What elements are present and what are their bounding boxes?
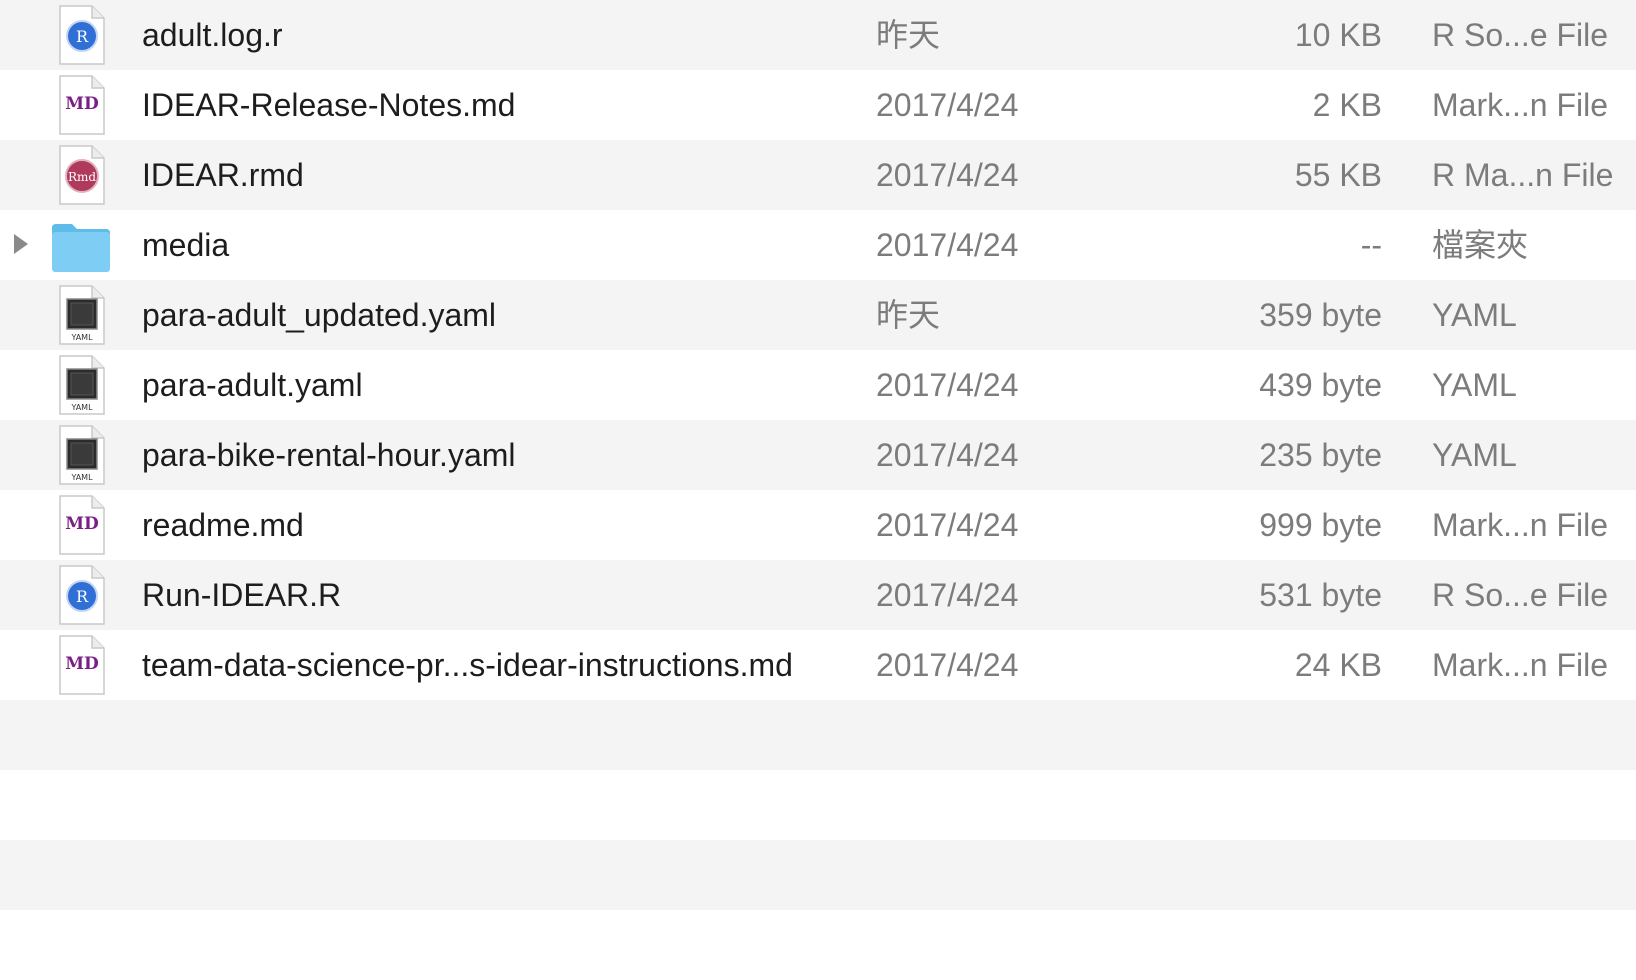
file-kind: Mark...n File xyxy=(1432,87,1609,123)
markdown-icon: MD xyxy=(50,494,112,556)
markdown-icon: MD xyxy=(50,634,112,696)
rmarkdown-icon: Rmd xyxy=(50,144,112,206)
file-size: 359 byte xyxy=(1259,297,1382,333)
file-date-modified: 2017/4/24 xyxy=(876,507,1019,543)
yaml-icon: YAML xyxy=(50,284,112,346)
folder-row[interactable]: media 2017/4/24 -- 檔案夾 xyxy=(0,210,1636,280)
file-row[interactable]: Radult.log.r 昨天 10 KB R So...e File xyxy=(0,0,1636,70)
svg-text:MD: MD xyxy=(65,514,99,534)
file-date-modified: 2017/4/24 xyxy=(876,157,1019,193)
file-name: Run-IDEAR.R xyxy=(142,577,342,613)
svg-text:R: R xyxy=(76,587,89,606)
file-row[interactable]: MD readme.md 2017/4/24 999 byte Mark...n Fil… xyxy=(0,490,1636,560)
file-date-modified: 2017/4/24 xyxy=(876,577,1019,613)
file-size: 55 KB xyxy=(1294,157,1382,193)
file-kind: YAML xyxy=(1432,437,1517,473)
file-row[interactable]: YAML para-adult.yaml 2017/4/24 439 byte YAML xyxy=(0,350,1636,420)
empty-row xyxy=(0,700,1636,770)
file-size: 10 KB xyxy=(1294,17,1382,53)
file-size: 999 byte xyxy=(1259,507,1382,543)
file-date-modified: 2017/4/24 xyxy=(876,87,1019,123)
file-kind: R So...e File xyxy=(1432,577,1609,613)
svg-text:YAML: YAML xyxy=(70,473,93,482)
file-date-modified: 2017/4/24 xyxy=(876,367,1019,403)
file-kind: R Ma...n File xyxy=(1432,157,1614,193)
file-size: 24 KB xyxy=(1294,647,1382,683)
r-script-icon: R xyxy=(50,4,112,66)
svg-text:MD: MD xyxy=(65,654,99,674)
file-row[interactable]: YAML para-bike-rental-hour.yaml 2017/4/24 2… xyxy=(0,420,1636,490)
folder-icon xyxy=(50,214,112,276)
file-row[interactable]: R Run-IDEAR.R 2017/4/24 531 byte R So...e Fi… xyxy=(0,560,1636,630)
file-name: media xyxy=(142,227,230,263)
file-name: IDEAR-Release-Notes.md xyxy=(142,87,516,123)
empty-row xyxy=(0,840,1636,910)
file-kind: YAML xyxy=(1432,367,1517,403)
file-row[interactable]: YAML para-adult_updated.yaml 昨天 359 byte YAM… xyxy=(0,280,1636,350)
file-size: 439 byte xyxy=(1259,367,1382,403)
file-kind: Mark...n File xyxy=(1432,507,1609,543)
markdown-icon: MD xyxy=(50,74,112,136)
svg-text:Rmd: Rmd xyxy=(68,170,96,184)
file-row[interactable]: MD team-data-science-pr...s-idear-instruc… xyxy=(0,630,1636,700)
file-date-modified: 昨天 xyxy=(876,17,941,53)
svg-text:R: R xyxy=(76,27,89,46)
file-name: para-adult_updated.yaml xyxy=(142,297,497,333)
disclosure-triangle-icon[interactable] xyxy=(14,234,28,254)
svg-text:MD: MD xyxy=(65,94,99,114)
file-row[interactable]: Rmd IDEAR.rmd 2017/4/24 55 KB R Ma...n File xyxy=(0,140,1636,210)
file-size: -- xyxy=(1360,227,1382,263)
file-date-modified: 2017/4/24 xyxy=(876,437,1019,473)
file-size: 235 byte xyxy=(1259,437,1382,473)
file-kind: YAML xyxy=(1432,297,1517,333)
file-name: team-data-science-pr...s-idear-instructi… xyxy=(142,647,793,683)
file-kind: R So...e File xyxy=(1432,17,1609,53)
file-row[interactable]: MD IDEAR-Release-Notes.md 2017/4/24 2 KB Mar… xyxy=(0,70,1636,140)
file-kind: Mark...n File xyxy=(1432,647,1609,683)
file-size: 2 KB xyxy=(1312,87,1382,123)
svg-text:YAML: YAML xyxy=(70,403,93,412)
file-name: readme.md xyxy=(142,507,304,543)
file-date-modified: 昨天 xyxy=(876,297,941,333)
yaml-icon: YAML xyxy=(50,424,112,486)
file-kind: 檔案夾 xyxy=(1432,227,1529,263)
file-size: 531 byte xyxy=(1259,577,1382,613)
svg-text:YAML: YAML xyxy=(70,333,93,342)
file-date-modified: 2017/4/24 xyxy=(876,647,1019,683)
file-name: para-adult.yaml xyxy=(142,367,363,403)
file-date-modified: 2017/4/24 xyxy=(876,227,1019,263)
empty-row xyxy=(0,770,1636,840)
yaml-icon: YAML xyxy=(50,354,112,416)
file-name: para-bike-rental-hour.yaml xyxy=(142,437,516,473)
empty-row xyxy=(0,910,1636,980)
r-script-icon: R xyxy=(50,564,112,626)
file-name: IDEAR.rmd xyxy=(142,157,304,193)
file-list: Radult.log.r 昨天 10 KB R So...e File MD IDEAR-… xyxy=(0,0,1636,980)
file-name: adult.log.r xyxy=(142,17,283,53)
